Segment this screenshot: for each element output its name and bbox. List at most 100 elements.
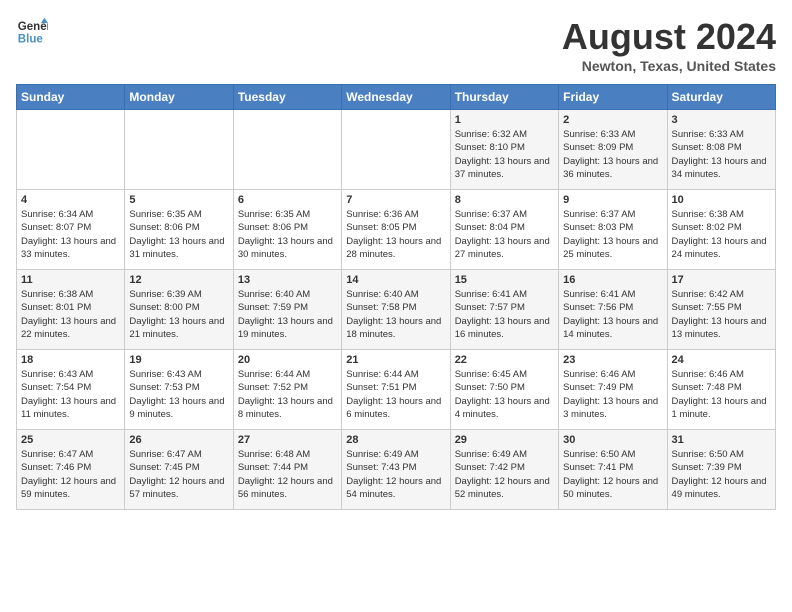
day-info: Sunrise: 6:46 AMSunset: 7:49 PMDaylight:… (563, 368, 662, 421)
day-info: Sunrise: 6:49 AMSunset: 7:43 PMDaylight:… (346, 448, 445, 501)
day-info: Sunrise: 6:47 AMSunset: 7:46 PMDaylight:… (21, 448, 120, 501)
calendar-day-cell: 24 Sunrise: 6:46 AMSunset: 7:48 PMDayligh… (667, 350, 775, 430)
day-number: 24 (672, 354, 771, 366)
day-number: 14 (346, 274, 445, 286)
calendar-day-cell: 28Sunrise: 6:49 AMSunset: 7:43 PMDayligh… (342, 430, 450, 510)
day-info: Sunrise: 6:36 AMSunset: 8:05 PMDaylight:… (346, 208, 445, 261)
day-info: Sunrise: 6:49 AMSunset: 7:42 PMDaylight:… (455, 448, 554, 501)
day-number: 13 (238, 274, 337, 286)
day-number: 3 (672, 114, 771, 126)
calendar-day-cell (233, 110, 341, 190)
calendar-week-row: 4Sunrise: 6:34 AMSunset: 8:07 PMDaylight… (17, 190, 776, 270)
day-number: 16 (563, 274, 662, 286)
day-number: 11 (21, 274, 120, 286)
calendar-week-row: 1 Sunrise: 6:32 AMSunset: 8:10 PMDaylight… (17, 110, 776, 190)
day-info: Sunrise: 6:35 AMSunset: 8:06 PMDaylight:… (129, 208, 228, 261)
day-info: Sunrise: 6:38 AMSunset: 8:01 PMDaylight:… (21, 288, 120, 341)
day-info: Sunrise: 6:50 AMSunset: 7:39 PMDaylight:… (672, 448, 771, 501)
location-subtitle: Newton, Texas, United States (562, 58, 776, 74)
day-number: 12 (129, 274, 228, 286)
calendar-day-cell: 22 Sunrise: 6:45 AMSunset: 7:50 PMDayligh… (450, 350, 558, 430)
day-number: 2 (563, 114, 662, 126)
calendar-day-cell: 20 Sunrise: 6:44 AMSunset: 7:52 PMDayligh… (233, 350, 341, 430)
calendar-day-cell: 13 Sunrise: 6:40 AMSunset: 7:59 PMDayligh… (233, 270, 341, 350)
day-info: Sunrise: 6:33 AMSunset: 8:08 PMDaylight:… (672, 128, 771, 181)
day-info: Sunrise: 6:44 AMSunset: 7:52 PMDaylight:… (238, 368, 337, 421)
calendar-day-cell (342, 110, 450, 190)
calendar-day-cell: 14 Sunrise: 6:40 AMSunset: 7:58 PMDayligh… (342, 270, 450, 350)
calendar-day-cell: 6 Sunrise: 6:35 AMSunset: 8:06 PMDaylight… (233, 190, 341, 270)
day-info: Sunrise: 6:40 AMSunset: 7:58 PMDaylight:… (346, 288, 445, 341)
day-number: 4 (21, 194, 120, 206)
day-info: Sunrise: 6:35 AMSunset: 8:06 PMDaylight:… (238, 208, 337, 261)
calendar-table: SundayMondayTuesdayWednesdayThursdayFrid… (16, 84, 776, 510)
calendar-week-row: 11 Sunrise: 6:38 AMSunset: 8:01 PMDayligh… (17, 270, 776, 350)
day-number: 18 (21, 354, 120, 366)
day-number: 22 (455, 354, 554, 366)
day-number: 25 (21, 434, 120, 446)
day-number: 23 (563, 354, 662, 366)
calendar-day-cell: 10Sunrise: 6:38 AMSunset: 8:02 PMDayligh… (667, 190, 775, 270)
day-number: 8 (455, 194, 554, 206)
day-info: Sunrise: 6:44 AMSunset: 7:51 PMDaylight:… (346, 368, 445, 421)
day-info: Sunrise: 6:39 AMSunset: 8:00 PMDaylight:… (129, 288, 228, 341)
calendar-week-row: 18 Sunrise: 6:43 AMSunset: 7:54 PMDayligh… (17, 350, 776, 430)
day-info: Sunrise: 6:45 AMSunset: 7:50 PMDaylight:… (455, 368, 554, 421)
weekday-header-cell: Tuesday (233, 85, 341, 110)
day-info: Sunrise: 6:32 AMSunset: 8:10 PMDaylight:… (455, 128, 554, 181)
calendar-day-cell: 12 Sunrise: 6:39 AMSunset: 8:00 PMDayligh… (125, 270, 233, 350)
day-number: 17 (672, 274, 771, 286)
day-number: 20 (238, 354, 337, 366)
calendar-day-cell: 15Sunrise: 6:41 AMSunset: 7:57 PMDayligh… (450, 270, 558, 350)
day-info: Sunrise: 6:37 AMSunset: 8:03 PMDaylight:… (563, 208, 662, 261)
day-number: 7 (346, 194, 445, 206)
weekday-header-cell: Saturday (667, 85, 775, 110)
logo: General Blue (16, 16, 48, 48)
day-info: Sunrise: 6:37 AMSunset: 8:04 PMDaylight:… (455, 208, 554, 261)
day-info: Sunrise: 6:48 AMSunset: 7:44 PMDaylight:… (238, 448, 337, 501)
day-info: Sunrise: 6:43 AMSunset: 7:53 PMDaylight:… (129, 368, 228, 421)
calendar-day-cell: 7 Sunrise: 6:36 AMSunset: 8:05 PMDaylight… (342, 190, 450, 270)
day-number: 30 (563, 434, 662, 446)
calendar-day-cell: 18 Sunrise: 6:43 AMSunset: 7:54 PMDayligh… (17, 350, 125, 430)
day-number: 6 (238, 194, 337, 206)
calendar-day-cell: 17 Sunrise: 6:42 AMSunset: 7:55 PMDayligh… (667, 270, 775, 350)
calendar-day-cell: 27 Sunrise: 6:48 AMSunset: 7:44 PMDayligh… (233, 430, 341, 510)
day-number: 9 (563, 194, 662, 206)
day-info: Sunrise: 6:41 AMSunset: 7:57 PMDaylight:… (455, 288, 554, 341)
title-block: August 2024 Newton, Texas, United States (562, 16, 776, 74)
day-number: 26 (129, 434, 228, 446)
weekday-header-cell: Friday (559, 85, 667, 110)
day-info: Sunrise: 6:50 AMSunset: 7:41 PMDaylight:… (563, 448, 662, 501)
day-number: 10 (672, 194, 771, 206)
day-info: Sunrise: 6:42 AMSunset: 7:55 PMDaylight:… (672, 288, 771, 341)
day-number: 27 (238, 434, 337, 446)
day-number: 5 (129, 194, 228, 206)
day-number: 21 (346, 354, 445, 366)
day-number: 29 (455, 434, 554, 446)
calendar-day-cell: 30 Sunrise: 6:50 AMSunset: 7:41 PMDayligh… (559, 430, 667, 510)
calendar-day-cell: 23 Sunrise: 6:46 AMSunset: 7:49 PMDayligh… (559, 350, 667, 430)
calendar-day-cell: 5 Sunrise: 6:35 AMSunset: 8:06 PMDaylight… (125, 190, 233, 270)
day-info: Sunrise: 6:33 AMSunset: 8:09 PMDaylight:… (563, 128, 662, 181)
weekday-header-cell: Thursday (450, 85, 558, 110)
day-info: Sunrise: 6:40 AMSunset: 7:59 PMDaylight:… (238, 288, 337, 341)
calendar-day-cell: 26 Sunrise: 6:47 AMSunset: 7:45 PMDayligh… (125, 430, 233, 510)
calendar-day-cell: 3 Sunrise: 6:33 AMSunset: 8:08 PMDaylight… (667, 110, 775, 190)
day-number: 19 (129, 354, 228, 366)
calendar-day-cell: 1 Sunrise: 6:32 AMSunset: 8:10 PMDaylight… (450, 110, 558, 190)
day-info: Sunrise: 6:43 AMSunset: 7:54 PMDaylight:… (21, 368, 120, 421)
day-info: Sunrise: 6:47 AMSunset: 7:45 PMDaylight:… (129, 448, 228, 501)
svg-text:Blue: Blue (18, 34, 44, 46)
calendar-day-cell: 4Sunrise: 6:34 AMSunset: 8:07 PMDaylight… (17, 190, 125, 270)
day-info: Sunrise: 6:41 AMSunset: 7:56 PMDaylight:… (563, 288, 662, 341)
calendar-day-cell: 2 Sunrise: 6:33 AMSunset: 8:09 PMDaylight… (559, 110, 667, 190)
calendar-day-cell: 29 Sunrise: 6:49 AMSunset: 7:42 PMDayligh… (450, 430, 558, 510)
calendar-week-row: 25 Sunrise: 6:47 AMSunset: 7:46 PMDayligh… (17, 430, 776, 510)
calendar-body: 1 Sunrise: 6:32 AMSunset: 8:10 PMDaylight… (17, 110, 776, 510)
weekday-header-cell: Monday (125, 85, 233, 110)
day-number: 1 (455, 114, 554, 126)
day-info: Sunrise: 6:46 AMSunset: 7:48 PMDaylight:… (672, 368, 771, 421)
weekday-header-cell: Sunday (17, 85, 125, 110)
day-number: 31 (672, 434, 771, 446)
